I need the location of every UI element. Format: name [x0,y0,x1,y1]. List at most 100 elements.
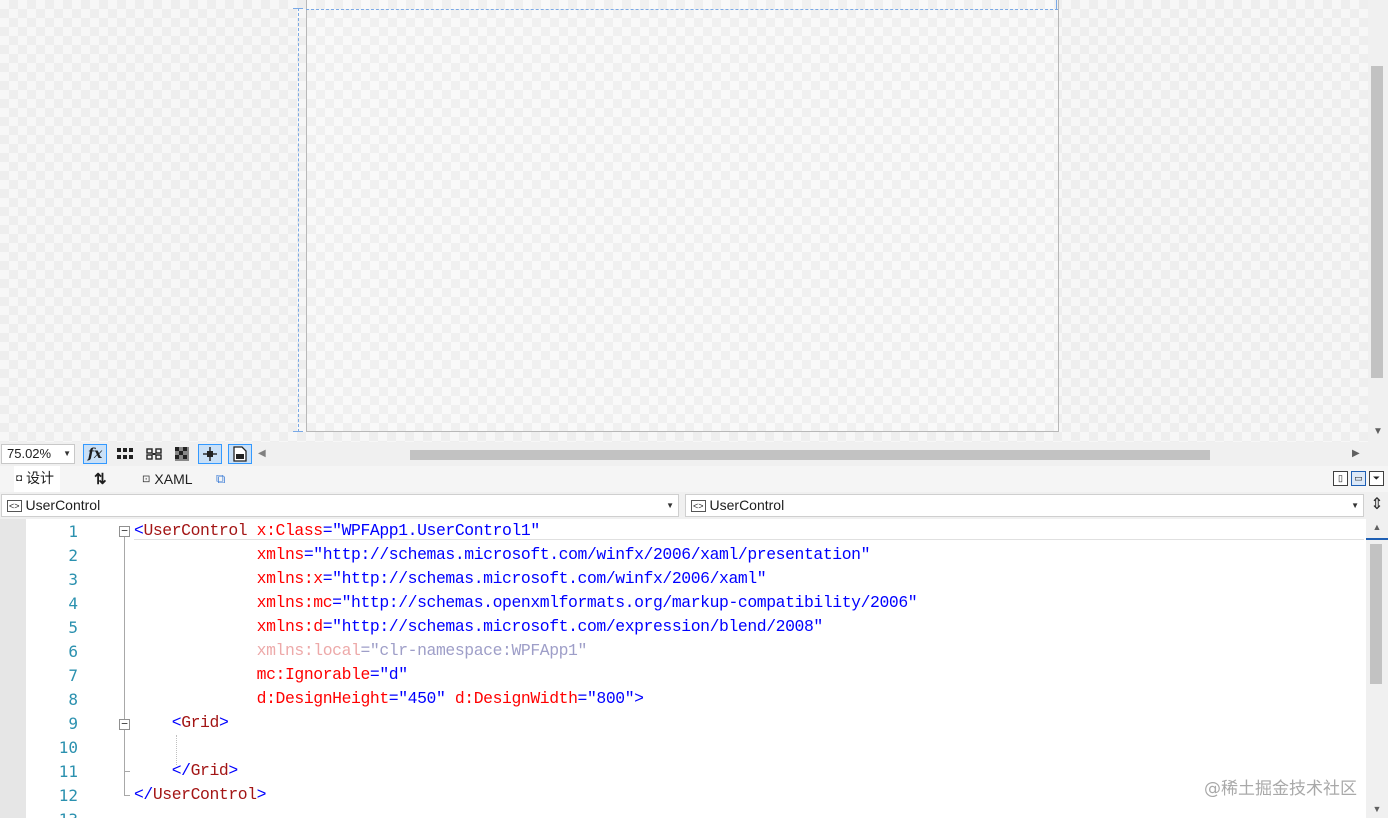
outline-guide [124,537,125,795]
code-line[interactable]: d:DesignHeight="450" d:DesignWidth="800"… [134,687,644,711]
code-token: "http://schemas.microsoft.com/winfx/2006… [313,545,871,564]
transparency-icon [175,447,189,461]
formula-button[interactable]: fx [83,444,107,464]
code-token: > [256,785,267,804]
member-dropdown-value: UserControl [709,497,785,513]
code-token: "d" [379,665,408,684]
tab-design-label: 设计 [26,470,55,486]
code-token: xmlns:d [134,617,323,636]
member-dropdown[interactable]: <> UserControl ▼ [685,494,1364,517]
code-line[interactable]: xmlns:mc="http://schemas.openxmlformats.… [134,591,918,615]
popout-xaml-button[interactable]: ⧉ [216,466,225,492]
line-number: 10 [58,738,78,757]
designer-horizontal-scrollbar[interactable]: ◀ ▶ [258,444,1366,464]
width-guide-tick [1056,0,1057,10]
code-token: = [388,689,399,708]
chevron-down-icon: ▼ [63,449,71,458]
swap-panes-button[interactable]: ⇅ [94,466,107,492]
line-number: 5 [68,618,78,637]
scroll-up-arrow-icon[interactable]: ▲ [1366,519,1388,535]
code-token: xmlns:mc [134,593,333,612]
scroll-left-arrow-icon[interactable]: ◀ [258,444,266,464]
line-number: 11 [58,762,78,781]
scroll-down-arrow-icon[interactable]: ▼ [1366,801,1388,817]
designer-toolbar: 75.02% ▼ fx ◀ ▶ [0,442,1388,466]
code-token: UserControl [143,521,248,540]
xaml-view-icon: ⊡ [142,473,151,485]
code-line[interactable]: xmlns:x="http://schemas.microsoft.com/wi… [134,567,767,591]
code-line[interactable]: mc:Ignorable="d" [134,663,408,687]
usercontrol-artboard[interactable] [306,0,1059,432]
code-token: d:DesignHeight [134,689,390,708]
device-preview-icon [233,446,247,462]
device-preview-button[interactable] [228,444,252,464]
code-token: "http://schemas.microsoft.com/expression… [332,617,823,636]
code-token: > [218,713,229,732]
code-token: = [360,641,370,660]
line-number: 4 [68,594,78,613]
code-token: = [322,521,333,540]
code-line[interactable]: </Grid> [134,759,238,783]
code-token: > [634,689,644,708]
snap-lines-button[interactable] [198,444,222,464]
code-token: xmlns [134,545,305,564]
pane-splitter-icon[interactable]: ⇕ [1368,494,1386,517]
grid-button[interactable] [113,444,137,464]
scroll-right-arrow-icon[interactable]: ▶ [1352,444,1360,464]
code-token: "450" [398,689,446,708]
editor-vertical-scrollbar[interactable]: ▲ ▼ [1366,519,1388,818]
type-dropdown[interactable]: <> UserControl ▼ [1,494,679,517]
line-number: 3 [68,570,78,589]
code-line[interactable]: xmlns="http://schemas.microsoft.com/winf… [134,543,871,567]
transparency-button[interactable] [170,444,194,464]
code-token: xmlns:x [134,569,323,588]
code-line[interactable]: </UserControl> [134,783,267,807]
code-token: > [228,761,238,780]
snap-lines-icon [203,447,217,461]
code-token: = [303,545,314,564]
code-line[interactable]: <Grid> [134,711,229,735]
code-token: = [332,593,342,612]
line-number: 1 [68,522,78,541]
chevron-down-icon: ▼ [1351,501,1359,510]
designer-surface[interactable] [0,0,1368,442]
designer-vscroll-thumb[interactable] [1371,66,1383,378]
code-line[interactable]: xmlns:d="http://schemas.microsoft.com/ex… [134,615,824,639]
vertical-split-icon: ▯ [1338,473,1343,483]
collapse-usercontrol-icon[interactable]: − [119,525,130,537]
selection-margin[interactable] [0,519,26,818]
view-tab-bar: ◘ 设计 ⇅ ⊡ XAML ⧉ ▯ ▭ ⏷ [0,466,1388,492]
snap-grid-button[interactable] [142,444,166,464]
code-token: x:Class [247,521,323,540]
tab-xaml[interactable]: ⊡ XAML [142,466,193,492]
code-token: "WPFApp1.UserControl1" [332,521,540,540]
xaml-code-editor[interactable]: 12345678910111213 − − <UserControl x:Cla… [0,519,1366,818]
editor-vscroll-thumb[interactable] [1370,544,1382,684]
height-guide-cap-top [293,8,303,9]
type-dropdown-value: UserControl [25,497,101,513]
code-line[interactable]: <UserControl x:Class="WPFApp1.UserContro… [134,519,540,543]
code-line[interactable]: xmlns:local="clr-namespace:WPFApp1" [134,639,588,663]
code-token: < [134,713,182,732]
grid-icon [117,448,133,459]
outline-guide-end [124,795,130,796]
collapse-grid-icon[interactable]: − [119,718,130,730]
code-token: d:DesignWidth [445,689,578,708]
line-number: 2 [68,546,78,565]
popout-icon: ⧉ [216,471,226,486]
vertical-split-button[interactable]: ▯ [1333,471,1348,486]
scroll-down-arrow-icon[interactable]: ▼ [1368,424,1388,440]
code-token: </ [134,785,153,804]
designer-hscroll-thumb[interactable] [410,450,1210,460]
design-view-icon: ◘ [16,472,23,484]
width-guide [306,9,1058,10]
code-token: "http://schemas.openxmlformats.org/marku… [341,593,918,612]
collapse-pane-button[interactable]: ⏷ [1369,471,1384,486]
code-token: Grid [190,761,229,780]
tab-design[interactable]: ◘ 设计 [14,466,61,492]
zoom-dropdown[interactable]: 75.02% ▼ [1,444,75,464]
height-guide-cap-bottom [293,431,303,432]
designer-vertical-scrollbar[interactable]: ▼ [1368,0,1388,442]
code-token: UserControl [152,785,257,804]
horizontal-split-button[interactable]: ▭ [1351,471,1366,486]
